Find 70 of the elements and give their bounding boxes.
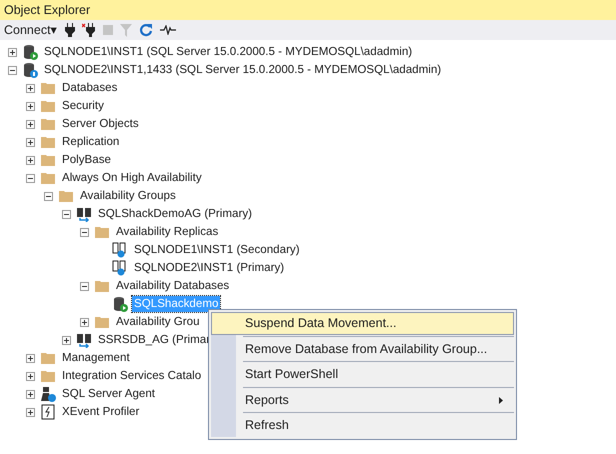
expand-icon[interactable] bbox=[80, 318, 89, 326]
folder-icon bbox=[40, 80, 56, 96]
tree-item[interactable]: Availability Databases bbox=[114, 278, 232, 294]
folder-icon bbox=[94, 314, 110, 330]
expand-icon[interactable] bbox=[26, 102, 35, 110]
folder-icon bbox=[40, 98, 56, 114]
tree-item[interactable]: SQLShackDemoAG (Primary) bbox=[96, 206, 254, 222]
plug-icon[interactable] bbox=[64, 23, 75, 37]
database-icon bbox=[112, 296, 128, 312]
tree-item[interactable]: Integration Services Catalo bbox=[60, 368, 204, 384]
tree-item[interactable]: Management bbox=[60, 350, 132, 366]
folder-icon bbox=[94, 224, 110, 240]
connect-button[interactable]: Connect▾ bbox=[4, 21, 58, 39]
activity-icon[interactable] bbox=[160, 25, 176, 35]
event-profiler-icon bbox=[40, 404, 56, 420]
tree-item[interactable]: SQLNODE1\INST1 (SQL Server 15.0.2000.5 - MYDEMOSQL\adadmin) bbox=[42, 44, 414, 60]
expand-icon[interactable] bbox=[26, 138, 35, 146]
collapse-icon[interactable] bbox=[44, 192, 53, 200]
panel-title: Object Explorer bbox=[0, 0, 616, 20]
server-icon bbox=[22, 44, 38, 60]
tree-item[interactable]: SQL Server Agent bbox=[60, 386, 158, 402]
menu-item[interactable]: Refresh bbox=[211, 414, 514, 438]
server-icon bbox=[22, 62, 38, 78]
expand-icon[interactable] bbox=[26, 156, 35, 164]
tree-item[interactable]: SSRSDB_AG (Primar bbox=[96, 332, 212, 348]
folder-icon bbox=[40, 350, 56, 366]
tree-item[interactable]: Availability Groups bbox=[78, 188, 178, 204]
collapse-icon[interactable] bbox=[80, 228, 89, 236]
tree-item[interactable]: Availability Grou bbox=[114, 314, 202, 330]
folder-icon bbox=[40, 152, 56, 168]
collapse-icon[interactable] bbox=[80, 282, 89, 290]
folder-icon bbox=[40, 368, 56, 384]
tree-item[interactable]: SQLNODE1\INST1 (Secondary) bbox=[132, 242, 302, 258]
expand-icon[interactable] bbox=[26, 372, 35, 380]
expand-icon[interactable] bbox=[26, 390, 35, 398]
menu-item[interactable]: Suspend Data Movement... bbox=[211, 312, 514, 335]
expand-icon[interactable] bbox=[62, 336, 71, 344]
expand-icon[interactable] bbox=[26, 84, 35, 92]
expand-icon[interactable] bbox=[26, 354, 35, 362]
tree-item[interactable]: Availability Replicas bbox=[114, 224, 220, 240]
tree-item[interactable]: SQLNODE2\INST1 (Primary) bbox=[132, 260, 286, 276]
replica-icon bbox=[112, 242, 128, 258]
menu-item[interactable]: Reports bbox=[211, 388, 514, 412]
menu-item[interactable]: Remove Database from Availability Group... bbox=[211, 338, 514, 360]
replica-icon bbox=[112, 260, 128, 276]
collapse-icon[interactable] bbox=[62, 210, 71, 218]
folder-icon bbox=[94, 278, 110, 294]
tree-item[interactable]: XEvent Profiler bbox=[60, 404, 142, 420]
collapse-icon[interactable] bbox=[8, 66, 17, 74]
folder-icon bbox=[40, 116, 56, 132]
tree-item[interactable]: Always On High Availability bbox=[60, 170, 204, 186]
disconnect-icon[interactable] bbox=[82, 23, 96, 37]
agent-icon bbox=[40, 386, 56, 402]
tree-item[interactable]: Server Objects bbox=[60, 116, 141, 132]
folder-icon bbox=[40, 134, 56, 150]
tree-item[interactable]: SQLNODE2\INST1,1433 (SQL Server 15.0.2000.5 - MYDEMOSQL\adadmin) bbox=[42, 62, 444, 78]
expand-icon[interactable] bbox=[8, 48, 17, 56]
folder-icon bbox=[58, 188, 74, 204]
refresh-icon[interactable] bbox=[138, 23, 153, 37]
menu-item[interactable]: Start PowerShell bbox=[211, 363, 514, 386]
server-group-icon bbox=[76, 332, 92, 348]
folder-icon bbox=[40, 170, 56, 186]
tree-item[interactable]: PolyBase bbox=[60, 152, 113, 168]
tree-item[interactable]: Security bbox=[60, 98, 106, 114]
tree-item[interactable]: Replication bbox=[60, 134, 122, 150]
expand-icon[interactable] bbox=[26, 408, 35, 416]
collapse-icon[interactable] bbox=[26, 174, 35, 182]
expand-icon[interactable] bbox=[26, 120, 35, 128]
server-group-icon bbox=[76, 206, 92, 222]
tree-item[interactable]: Databases bbox=[60, 80, 120, 96]
